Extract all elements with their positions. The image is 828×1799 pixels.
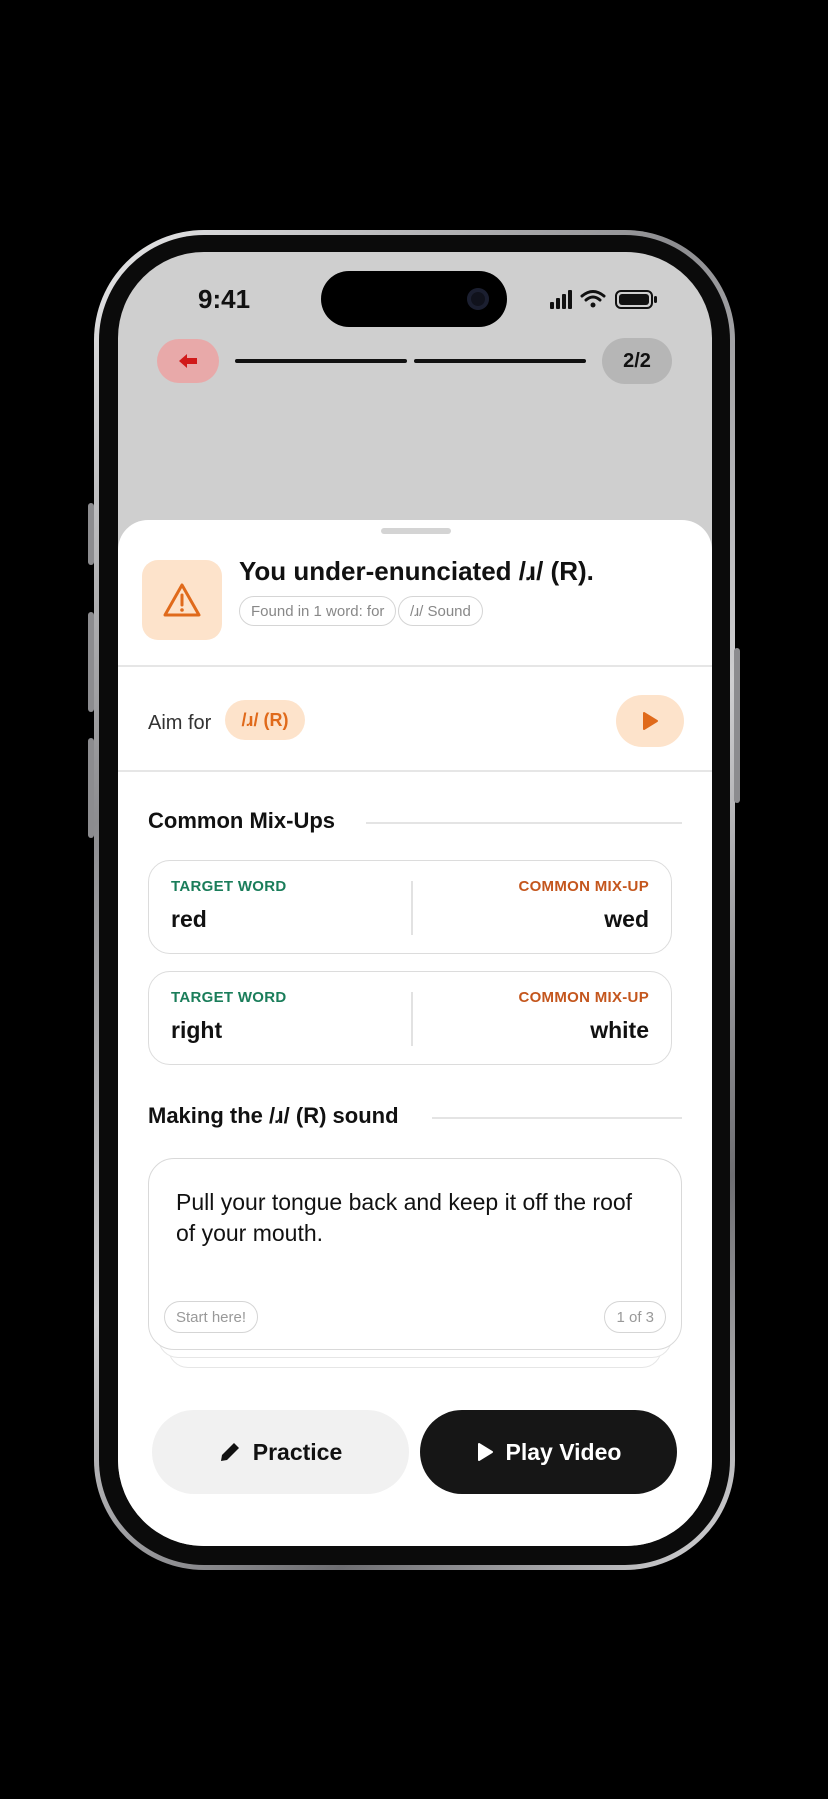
issue-title: You under-enunciated /ɹ/ (R). xyxy=(239,556,594,586)
phone-power-button xyxy=(734,648,740,803)
progress-segment-2 xyxy=(414,359,586,363)
target-word-label: TARGET WORD xyxy=(171,989,287,1006)
tip-card[interactable]: Pull your tongue back and keep it off th… xyxy=(148,1158,682,1350)
mixup-label: COMMON MIX-UP xyxy=(518,989,649,1006)
target-word: right xyxy=(171,1017,223,1043)
play-icon xyxy=(643,712,658,730)
play-sound-button[interactable] xyxy=(616,695,684,747)
arrow-left-icon xyxy=(179,354,197,368)
play-icon xyxy=(477,1443,493,1461)
target-word-label: TARGET WORD xyxy=(171,878,287,895)
battery-icon xyxy=(615,290,657,309)
making-title: Making the /ɹ/ (R) sound xyxy=(148,1103,399,1128)
wifi-icon xyxy=(580,290,606,308)
found-in-chip: Found in 1 word: for xyxy=(239,596,397,626)
mixup-card: TARGET WORD red COMMON MIX-UP wed xyxy=(148,860,672,954)
mixup-card: TARGET WORD right COMMON MIX-UP white xyxy=(148,971,672,1065)
mixups-title: Common Mix-Ups xyxy=(148,808,335,833)
progress-segment-1 xyxy=(235,359,407,363)
phone-volume-down-button xyxy=(88,738,94,838)
mixups-title-rule xyxy=(366,822,682,824)
start-here-chip: Start here! xyxy=(164,1301,259,1333)
status-icons xyxy=(550,290,657,309)
aim-divider xyxy=(118,770,712,772)
aim-for-label: Aim for xyxy=(148,712,212,734)
mixup-label: COMMON MIX-UP xyxy=(518,878,649,895)
play-video-button[interactable]: Play Video xyxy=(420,1410,677,1494)
practice-button[interactable]: Practice xyxy=(152,1410,409,1494)
making-title-rule xyxy=(432,1117,682,1119)
tip-counter: 1 of 3 xyxy=(604,1301,666,1333)
mixup-word: wed xyxy=(604,906,649,932)
back-button[interactable] xyxy=(157,339,219,383)
phone-volume-up-button xyxy=(88,612,94,712)
bottom-sheet: You under-enunciated /ɹ/ (R). Found in 1… xyxy=(118,520,712,1546)
sound-chip[interactable]: /ɹ/ Sound xyxy=(398,596,483,626)
play-video-label: Play Video xyxy=(505,1438,622,1465)
card-divider xyxy=(411,881,413,935)
phone-action-button xyxy=(88,503,94,565)
mixup-word: white xyxy=(590,1017,649,1043)
target-word: red xyxy=(171,906,207,932)
status-time: 9:41 xyxy=(198,284,251,314)
pencil-icon xyxy=(220,1443,239,1461)
dynamic-island xyxy=(321,271,507,327)
aim-sound-pill: /ɹ/ (R) xyxy=(225,700,305,740)
screen: 9:41 2/2 You under-enunciated /ɹ/ (R). F… xyxy=(118,252,712,1546)
header-divider xyxy=(118,665,712,667)
warning-tile xyxy=(142,560,222,640)
front-camera xyxy=(467,288,489,310)
warning-triangle-icon xyxy=(163,583,201,617)
tip-text: Pull your tongue back and keep it off th… xyxy=(176,1189,633,1246)
card-divider xyxy=(411,992,413,1046)
signal-icon xyxy=(550,290,572,309)
page-indicator: 2/2 xyxy=(602,338,672,384)
sheet-handle[interactable] xyxy=(381,528,451,534)
practice-label: Practice xyxy=(252,1438,343,1465)
